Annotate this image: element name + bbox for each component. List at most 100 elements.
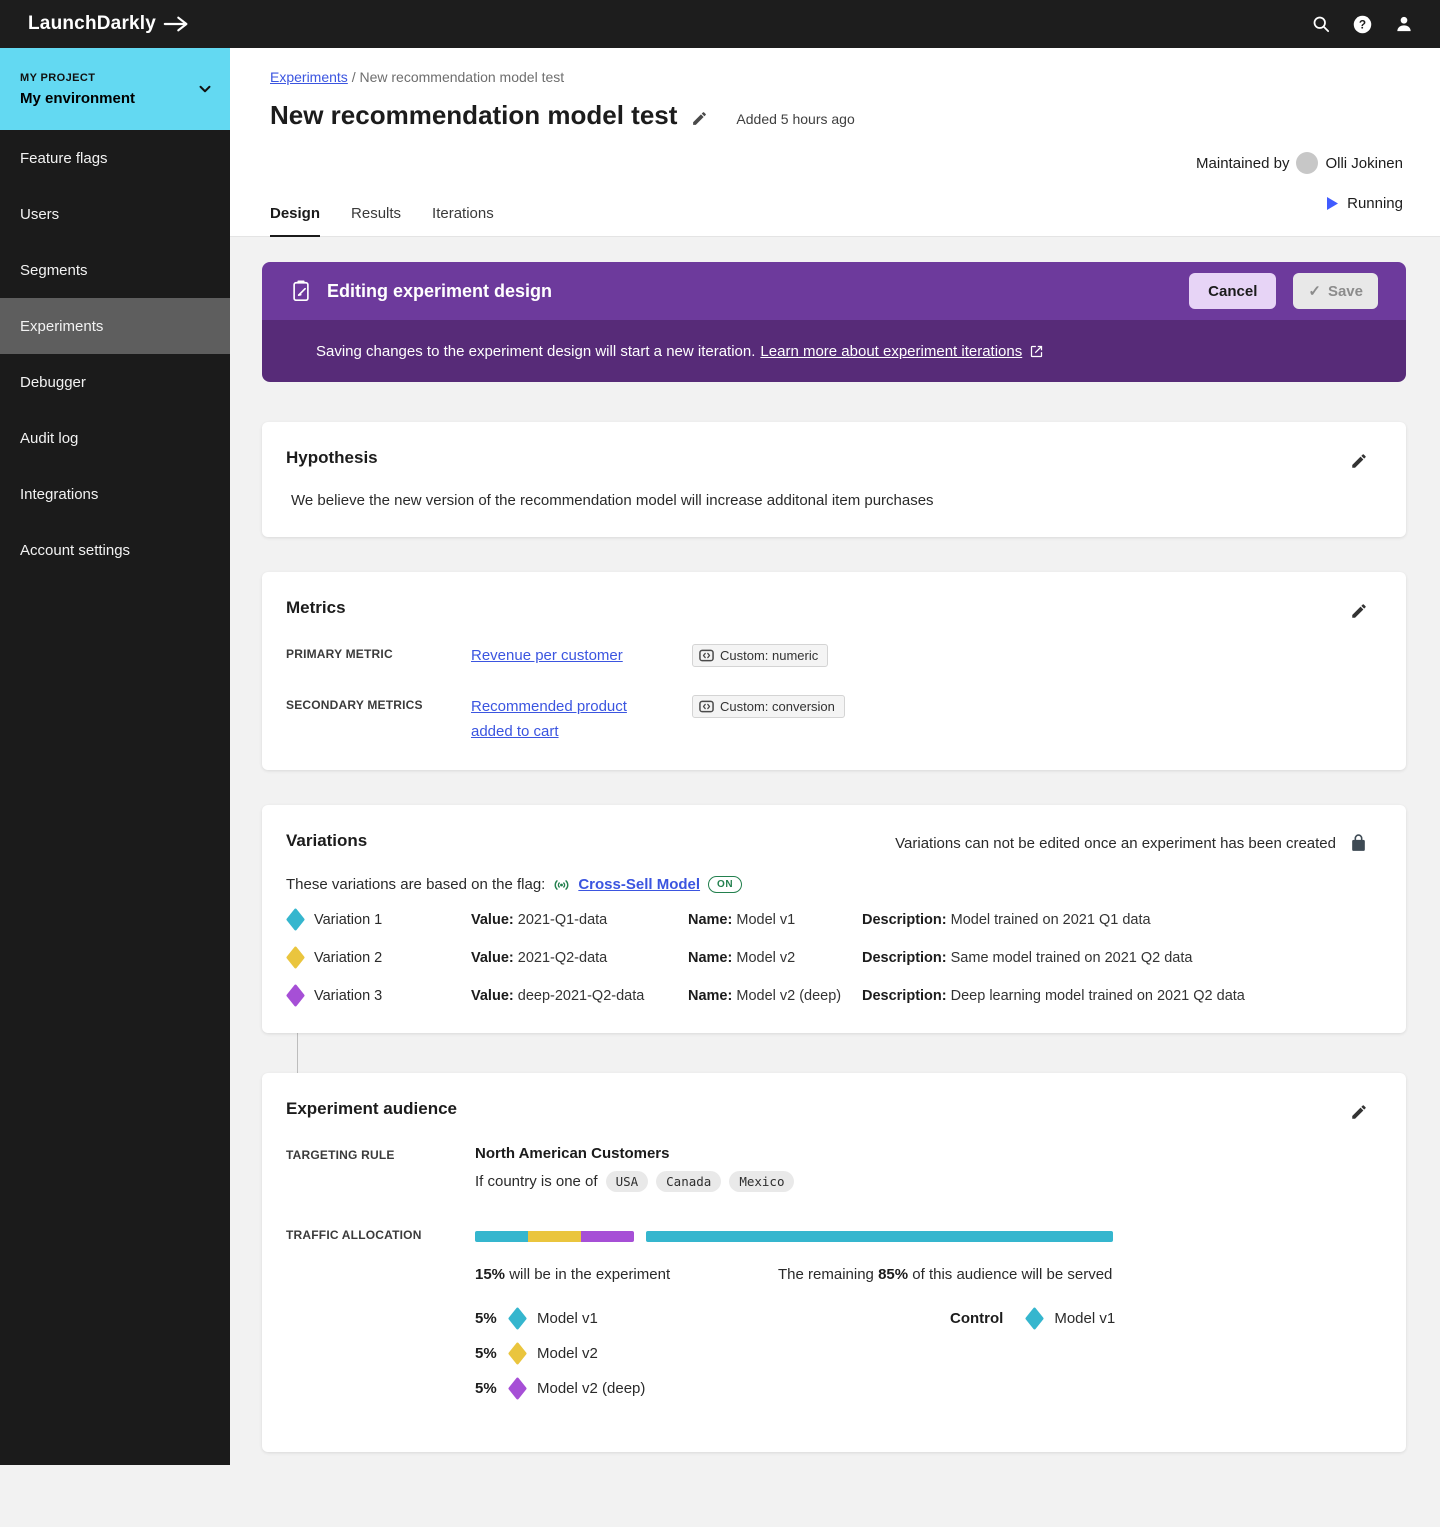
launchdarkly-logo[interactable]: LaunchDarkly xyxy=(28,13,190,35)
variation-row: Variation 3 Value: deep-2021-Q2-data Nam… xyxy=(286,984,1382,1007)
allocation-row: 5% Model v2 xyxy=(475,1342,1382,1365)
control-row: Control Model v1 xyxy=(950,1307,1115,1330)
tab-design[interactable]: Design xyxy=(270,205,320,237)
hypothesis-title: Hypothesis xyxy=(286,448,1382,468)
primary-metric-badge: Custom: numeric xyxy=(692,644,828,667)
edit-title-pencil-icon[interactable] xyxy=(691,110,708,127)
secondary-metric-label: SECONDARY METRICS xyxy=(286,695,471,712)
variation-name: Name: Model v1 xyxy=(688,912,862,928)
editing-banner-message: Saving changes to the experiment design … xyxy=(262,320,1406,382)
tab-iterations[interactable]: Iterations xyxy=(432,205,494,237)
flag-link[interactable]: Cross-Sell Model xyxy=(578,876,700,893)
control-variant: Model v1 xyxy=(1054,1310,1115,1327)
sidebar-item-segments[interactable]: Segments xyxy=(0,242,230,298)
edit-metrics-pencil-icon[interactable] xyxy=(1350,602,1368,620)
hypothesis-card: Hypothesis We believe the new version of… xyxy=(262,422,1406,537)
breadcrumb-experiments-link[interactable]: Experiments xyxy=(270,69,348,85)
variation-id: Variation 3 xyxy=(286,984,471,1007)
environment-switcher[interactable]: MY PROJECT My environment xyxy=(0,48,230,130)
sidebar-item-audit-log[interactable]: Audit log xyxy=(0,410,230,466)
variation-value: Value: 2021-Q1-data xyxy=(471,912,688,928)
variation-id: Variation 1 xyxy=(286,908,471,931)
sidebar-item-label: Integrations xyxy=(20,486,98,503)
title-row: New recommendation model test Added 5 ho… xyxy=(270,100,1440,131)
secondary-metric-badge-label: Custom: conversion xyxy=(720,699,835,714)
targeting-rule-label: TARGETING RULE xyxy=(286,1145,475,1162)
chevron-down-icon xyxy=(196,80,214,98)
flag-intro-text: These variations are based on the flag: xyxy=(286,876,545,893)
bar-segment-gap xyxy=(634,1231,646,1242)
editing-banner: Editing experiment design Cancel ✓ Save … xyxy=(262,262,1406,382)
sidebar-item-users[interactable]: Users xyxy=(0,186,230,242)
help-icon[interactable]: ? xyxy=(1352,14,1373,35)
sidebar: MY PROJECT My environment Feature flags … xyxy=(0,48,230,1465)
variations-title: Variations xyxy=(286,831,367,851)
code-icon xyxy=(699,699,714,714)
targeting-rule-name: North American Customers xyxy=(475,1145,794,1162)
sidebar-item-label: Experiments xyxy=(20,318,103,335)
bar-segment-remaining xyxy=(646,1231,1113,1242)
save-button[interactable]: ✓ Save xyxy=(1293,273,1378,309)
sidebar-item-integrations[interactable]: Integrations xyxy=(0,466,230,522)
edit-audience-pencil-icon[interactable] xyxy=(1350,1103,1368,1121)
control-diamond-icon xyxy=(1025,1307,1044,1330)
traffic-texts: 15% will be in the experiment The remain… xyxy=(475,1266,1382,1283)
broadcast-icon xyxy=(553,878,570,892)
logo-arrow-icon xyxy=(163,15,190,33)
allocation-label: Model v2 xyxy=(537,1345,598,1362)
variation-value: Value: deep-2021-Q2-data xyxy=(471,988,688,1004)
primary-metric-link-col: Revenue per customer xyxy=(471,644,692,669)
user-account-icon[interactable] xyxy=(1394,14,1414,34)
sidebar-item-account-settings[interactable]: Account settings xyxy=(0,522,230,578)
maintainer-name: Olli Jokinen xyxy=(1325,155,1403,172)
page-title: New recommendation model test xyxy=(270,100,677,131)
main-content: Experiments / New recommendation model t… xyxy=(230,48,1440,1465)
experiment-share-text: 15% will be in the experiment xyxy=(475,1266,778,1283)
page-header: Experiments / New recommendation model t… xyxy=(230,48,1440,237)
code-icon xyxy=(699,648,714,663)
variation-name: Name: Model v2 xyxy=(688,950,862,966)
sidebar-item-experiments[interactable]: Experiments xyxy=(0,298,230,354)
learn-more-link-label: Learn more about experiment iterations xyxy=(760,343,1022,360)
lock-note-text: Variations can not be edited once an exp… xyxy=(895,835,1336,852)
secondary-metric-row: SECONDARY METRICS Recommended product ad… xyxy=(286,695,1382,745)
variation-row: Variation 2 Value: 2021-Q2-data Name: Mo… xyxy=(286,946,1382,969)
environment-labels: MY PROJECT My environment xyxy=(20,72,135,107)
environment-name: My environment xyxy=(20,90,135,107)
logo-text: LaunchDarkly xyxy=(28,13,156,35)
tab-results[interactable]: Results xyxy=(351,205,401,237)
sidebar-item-label: Audit log xyxy=(20,430,78,447)
secondary-metric-link[interactable]: Recommended product added to cart xyxy=(471,695,647,745)
learn-more-link[interactable]: Learn more about experiment iterations xyxy=(760,343,1044,360)
traffic-allocation-label: TRAFFIC ALLOCATION xyxy=(286,1228,475,1242)
check-icon: ✓ xyxy=(1308,282,1321,300)
primary-metric-link[interactable]: Revenue per customer xyxy=(471,644,623,669)
topbar-icons: ? xyxy=(1311,14,1414,35)
sidebar-item-feature-flags[interactable]: Feature flags xyxy=(0,130,230,186)
variation-diamond-icon xyxy=(286,984,305,1007)
search-icon[interactable] xyxy=(1311,14,1331,34)
remaining-share-text: The remaining 85% of this audience will … xyxy=(778,1266,1112,1283)
allocation-diamond-icon xyxy=(508,1342,527,1365)
metrics-card: Metrics PRIMARY METRIC Revenue per custo… xyxy=(262,572,1406,770)
lock-icon xyxy=(1349,832,1368,854)
variation-id: Variation 2 xyxy=(286,946,471,969)
header-right: Maintained by Olli Jokinen Running xyxy=(1196,152,1403,212)
sidebar-item-debugger[interactable]: Debugger xyxy=(0,354,230,410)
flag-line: These variations are based on the flag: … xyxy=(286,876,1382,893)
edit-hypothesis-pencil-icon[interactable] xyxy=(1350,452,1368,470)
country-pill-canada: Canada xyxy=(656,1171,721,1192)
targeting-rule-detail: North American Customers If country is o… xyxy=(475,1145,794,1192)
sidebar-item-label: Feature flags xyxy=(20,150,108,167)
targeting-rule-condition: If country is one of USA Canada Mexico xyxy=(475,1171,794,1192)
variations-lock-note: Variations can not be edited once an exp… xyxy=(895,831,1368,854)
card-connector-line xyxy=(297,1033,298,1073)
maintained-by-label: Maintained by xyxy=(1196,155,1289,172)
experiment-audience-card: Experiment audience TARGETING RULE North… xyxy=(262,1073,1406,1452)
targeting-rule-row: TARGETING RULE North American Customers … xyxy=(286,1145,1382,1192)
bar-segment-model-v2-deep xyxy=(581,1231,634,1242)
variation-name: Name: Model v2 (deep) xyxy=(688,988,862,1004)
variation-label: Variation 2 xyxy=(314,950,382,966)
sidebar-item-label: Account settings xyxy=(20,542,130,559)
cancel-button[interactable]: Cancel xyxy=(1189,273,1276,309)
